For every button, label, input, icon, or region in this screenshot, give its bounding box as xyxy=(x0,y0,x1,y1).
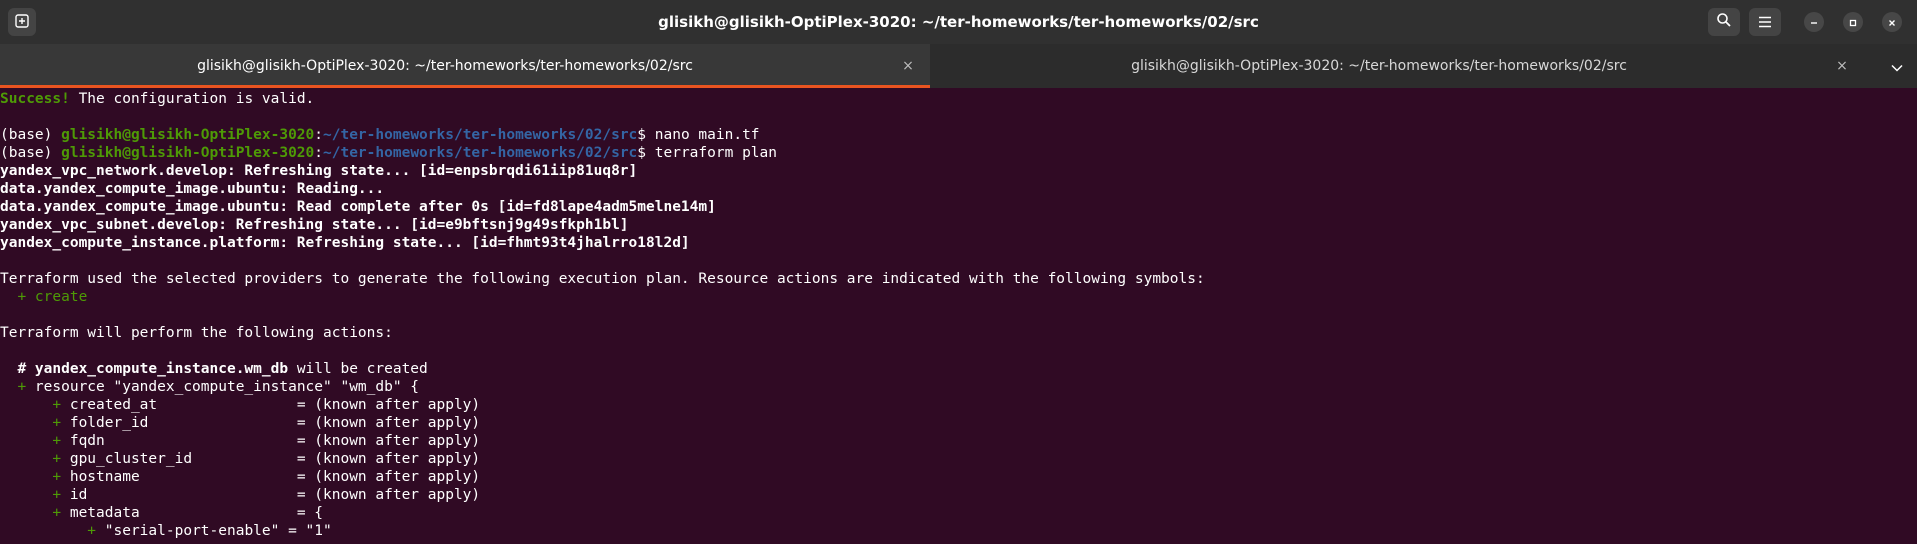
tab-bar: glisikh@glisikh-OptiPlex-3020: ~/ter-hom… xyxy=(0,44,1917,88)
new-tab-button[interactable] xyxy=(8,8,36,36)
search-icon xyxy=(1716,12,1732,32)
terminal-attr-line: + created_at = (known after apply) xyxy=(0,397,481,413)
terminal-attr-line: + "serial-port-enable" = "1" xyxy=(0,523,332,539)
tab-terminal-2[interactable]: glisikh@glisikh-OptiPlex-3020: ~/ter-hom… xyxy=(934,44,1864,88)
terminal-line: data.yandex_compute_image.ubuntu: Read c… xyxy=(0,199,716,215)
prompt-path: ~/ter-homeworks/ter-homeworks/02/src xyxy=(323,127,638,143)
terminal-line: Success! The configuration is valid. xyxy=(0,91,315,107)
minimize-button[interactable] xyxy=(1804,12,1824,32)
window-title: glisikh@glisikh-OptiPlex-3020: ~/ter-hom… xyxy=(658,13,1259,31)
window-titlebar: glisikh@glisikh-OptiPlex-3020: ~/ter-hom… xyxy=(0,0,1917,44)
tab-list-button[interactable] xyxy=(1887,56,1907,76)
command: nano main.tf xyxy=(654,127,760,143)
tab-close-icon[interactable]: × xyxy=(1832,44,1852,88)
tab-label: glisikh@glisikh-OptiPlex-3020: ~/ter-hom… xyxy=(1131,58,1627,74)
menu-button[interactable] xyxy=(1749,8,1781,36)
terminal-line: yandex_vpc_network.develop: Refreshing s… xyxy=(0,163,638,179)
terminal-attr-line: + hostname = (known after apply) xyxy=(0,469,481,485)
terminal-line: + create xyxy=(0,289,88,305)
maximize-icon xyxy=(1848,13,1858,32)
prompt-path: ~/ter-homeworks/ter-homeworks/02/src xyxy=(323,145,638,161)
new-tab-icon xyxy=(15,13,29,32)
terminal-line: yandex_compute_instance.platform: Refres… xyxy=(0,235,690,251)
minimize-icon xyxy=(1809,13,1819,32)
terminal-attr-line: + gpu_cluster_id = (known after apply) xyxy=(0,451,481,467)
maximize-button[interactable] xyxy=(1843,12,1863,32)
terminal-prompt-line: (base) glisikh@glisikh-OptiPlex-3020:~/t… xyxy=(0,145,777,161)
terminal-attr-line: + fqdn = (known after apply) xyxy=(0,433,481,449)
prompt-user: glisikh@glisikh-OptiPlex-3020 xyxy=(61,145,315,161)
terminal-attr-line: + metadata = { xyxy=(0,505,324,521)
success-label: Success! xyxy=(0,91,70,107)
close-icon xyxy=(1887,13,1897,32)
terminal-line: yandex_vpc_subnet.develop: Refreshing st… xyxy=(0,217,629,233)
prompt-user: glisikh@glisikh-OptiPlex-3020 xyxy=(61,127,315,143)
tab-close-icon[interactable]: × xyxy=(898,44,918,88)
chevron-down-icon xyxy=(1891,57,1903,76)
terminal-prompt-line: (base) glisikh@glisikh-OptiPlex-3020:~/t… xyxy=(0,127,760,143)
hamburger-menu-icon xyxy=(1758,13,1772,32)
command: terraform plan xyxy=(654,145,777,161)
resource-address: yandex_compute_instance.wm_db xyxy=(34,361,289,377)
terminal-attr-line: + id = (known after apply) xyxy=(0,487,481,503)
tab-terminal-1[interactable]: glisikh@glisikh-OptiPlex-3020: ~/ter-hom… xyxy=(0,44,930,88)
search-button[interactable] xyxy=(1708,8,1740,36)
close-window-button[interactable] xyxy=(1882,12,1902,32)
terminal-attr-line: + folder_id = (known after apply) xyxy=(0,415,481,431)
terminal-line: data.yandex_compute_image.ubuntu: Readin… xyxy=(0,181,385,197)
terminal-output[interactable]: Success! The configuration is valid. (ba… xyxy=(0,88,1917,544)
tab-label: glisikh@glisikh-OptiPlex-3020: ~/ter-hom… xyxy=(197,58,693,74)
terminal-line: Terraform used the selected providers to… xyxy=(0,271,1205,287)
terminal-line: # yandex_compute_instance.wm_db will be … xyxy=(0,361,428,377)
terminal-line: Terraform will perform the following act… xyxy=(0,325,393,341)
terminal-line: + resource "yandex_compute_instance" "wm… xyxy=(0,379,420,395)
